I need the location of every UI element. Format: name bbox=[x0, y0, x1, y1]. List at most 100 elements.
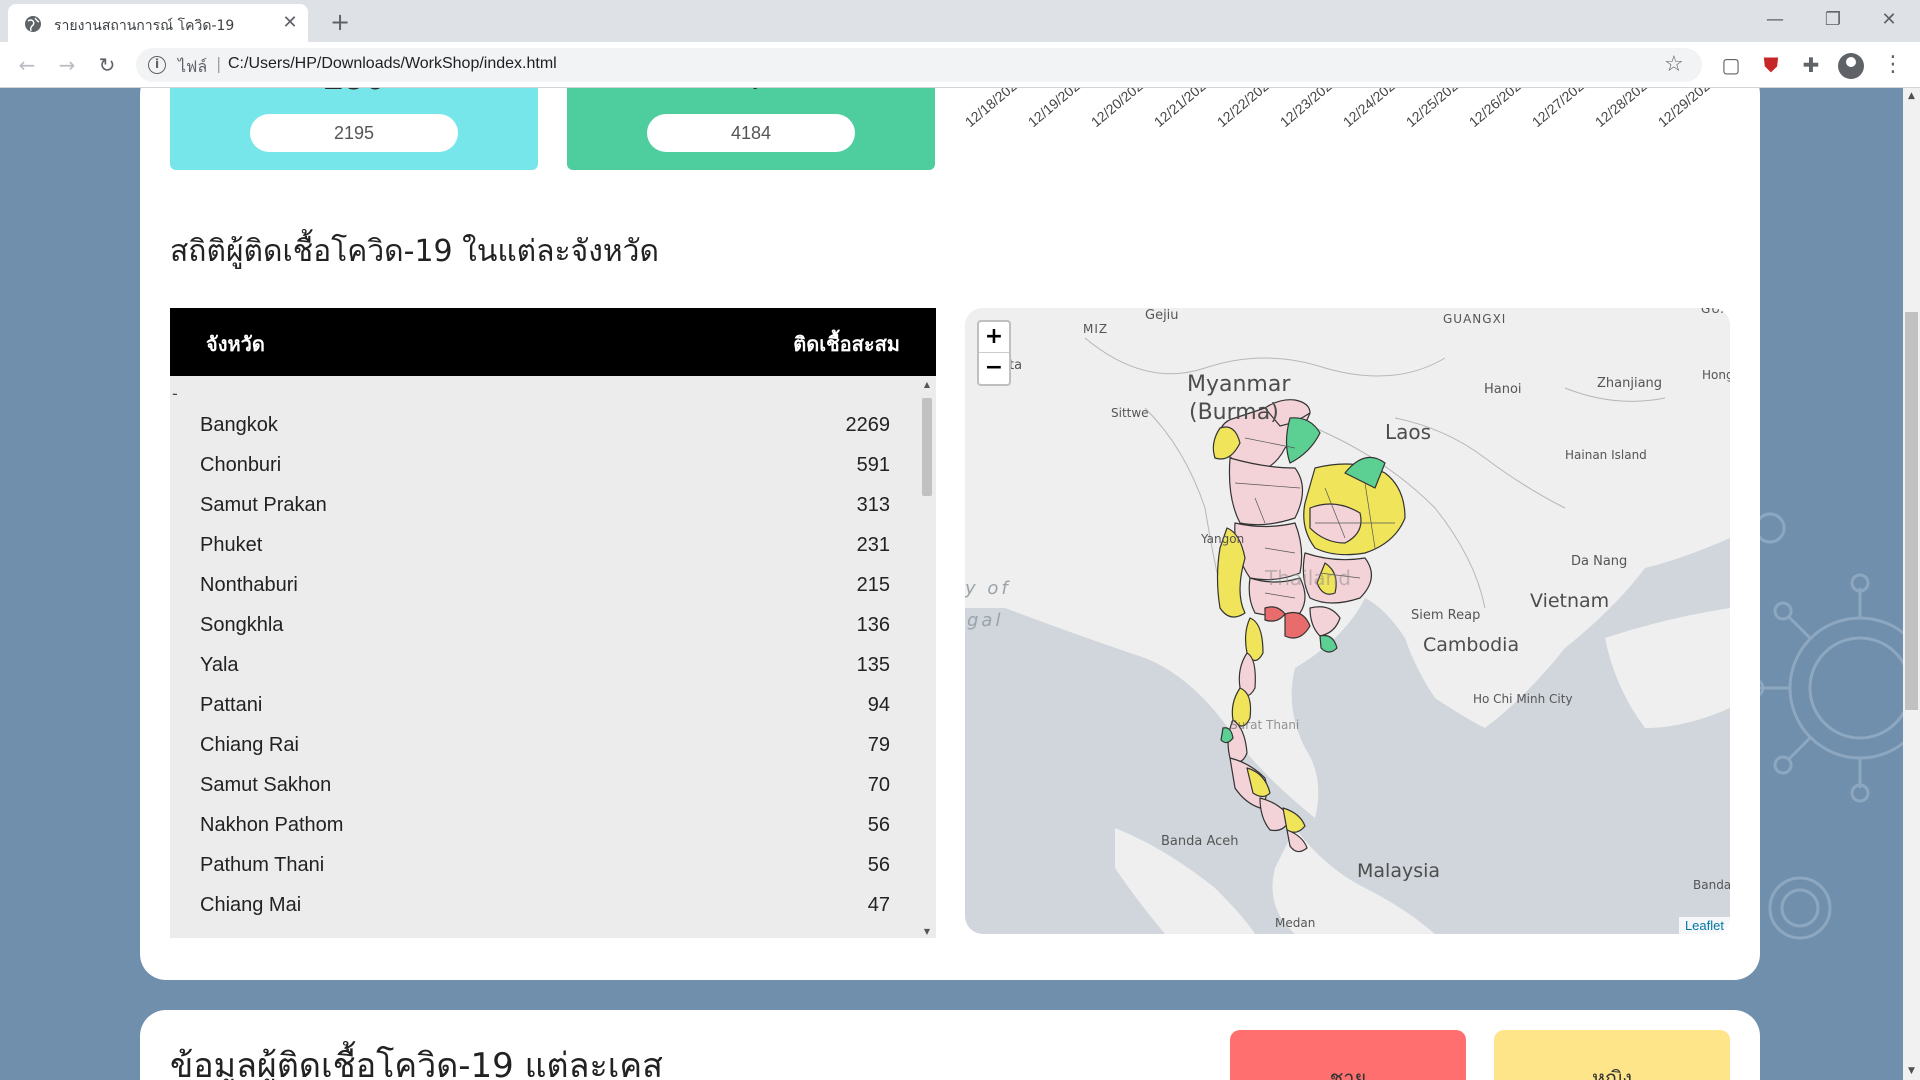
extension-icon[interactable]: ▢ bbox=[1718, 52, 1744, 78]
province-name: Nonthaburi bbox=[200, 574, 298, 596]
male-button[interactable]: ชาย bbox=[1230, 1030, 1466, 1080]
table-body[interactable]: - Bangkok 2269 Chonburi 591 Samut Prakan 313 P… bbox=[170, 376, 918, 938]
table-row[interactable]: Samut Prakan 313 bbox=[170, 486, 918, 526]
x-tick-label: 12/21/2020 bbox=[1150, 88, 1215, 130]
reload-icon[interactable]: ↻ bbox=[92, 51, 122, 79]
zoom-out-button[interactable]: − bbox=[979, 353, 1009, 384]
window-close-icon[interactable]: ✕ bbox=[1866, 4, 1912, 36]
page-scroll-thumb[interactable] bbox=[1905, 312, 1918, 710]
table-row[interactable]: Chiang Mai 47 bbox=[170, 886, 918, 926]
map-label-banda: Banda bbox=[1693, 878, 1730, 892]
stat-card-recovered: 4 4184 bbox=[567, 88, 935, 170]
url-text[interactable]: C:/Users/HP/Downloads/WorkShop/index.htm… bbox=[228, 55, 557, 73]
stat-card-hospitalized: 150 2195 bbox=[170, 88, 538, 170]
address-bar[interactable]: i ไฟล์ | C:/Users/HP/Downloads/WorkShop/… bbox=[136, 48, 1702, 82]
table-row[interactable]: Nonthaburi 215 bbox=[170, 566, 918, 606]
column-header-cumulative: ติดเชื้อสะสม bbox=[793, 332, 900, 356]
map-tiles[interactable] bbox=[965, 308, 1730, 934]
browser-toolbar: ← → ↻ i ไฟล์ | C:/Users/HP/Downloads/Wor… bbox=[0, 42, 1920, 88]
section-title: สถิติผู้ติดเชื้อโควิด-19 ในแต่ละจังหวัด bbox=[170, 234, 659, 269]
star-icon[interactable]: ☆ bbox=[1664, 52, 1684, 77]
map-label-bengal: gal bbox=[967, 610, 1004, 631]
province-count: 70 bbox=[867, 774, 890, 796]
table-row[interactable]: Nakhon Pathom 56 bbox=[170, 806, 918, 846]
province-count: 47 bbox=[867, 894, 890, 916]
map-label-bay-of: y of bbox=[965, 578, 1011, 599]
province-stats-card: 150 2195 4 4184 12/18/202012/19/202012/2… bbox=[140, 88, 1760, 980]
profile-icon[interactable] bbox=[1838, 53, 1864, 79]
table-scroll-thumb[interactable] bbox=[922, 398, 932, 496]
province-name: Songkhla bbox=[200, 614, 284, 636]
close-icon[interactable]: ✕ bbox=[280, 13, 300, 33]
table-scrollbar[interactable]: ▲ ▼ bbox=[918, 376, 936, 938]
map-label-gejiu: Gejiu bbox=[1145, 308, 1179, 323]
shield-extension-icon[interactable]: ⛊ bbox=[1758, 52, 1784, 78]
x-tick-label: 12/18/2020 bbox=[961, 88, 1026, 130]
map-label-medan: Medan bbox=[1275, 916, 1316, 930]
province-name: Bangkok bbox=[200, 414, 278, 436]
plus-icon[interactable]: + bbox=[326, 8, 354, 36]
province-count: 56 bbox=[867, 854, 890, 876]
zoom-in-button[interactable]: + bbox=[979, 322, 1009, 353]
x-tick-label: 12/22/2020 bbox=[1213, 88, 1278, 130]
province-table: จังหวัด ติดเชื้อสะสม - Bangkok 2269 Chonbu… bbox=[170, 308, 936, 938]
map-attribution-link[interactable]: Leaflet bbox=[1678, 917, 1730, 934]
map-label-malaysia: Malaysia bbox=[1357, 860, 1441, 882]
table-row[interactable]: Yala 135 bbox=[170, 646, 918, 686]
province-count: 313 bbox=[856, 494, 890, 516]
scroll-up-icon[interactable]: ▲ bbox=[1903, 88, 1920, 105]
forward-icon[interactable]: → bbox=[52, 51, 82, 79]
table-row[interactable]: Pattani 94 bbox=[170, 686, 918, 726]
puzzle-icon[interactable]: ✚ bbox=[1798, 52, 1824, 78]
province-count: 231 bbox=[856, 534, 890, 556]
province-name: Samut Sakhon bbox=[200, 774, 332, 796]
province-name: Yala bbox=[200, 654, 239, 676]
map-label-banda-aceh: Banda Aceh bbox=[1161, 834, 1239, 849]
map-label-thailand: Thailand bbox=[1265, 566, 1351, 590]
minimize-icon[interactable]: — bbox=[1752, 4, 1798, 36]
page-scrollbar[interactable]: ▲ ▼ bbox=[1903, 88, 1920, 1080]
province-north-center bbox=[1228, 457, 1304, 526]
province-count: 56 bbox=[867, 814, 890, 836]
menu-icon[interactable]: ⋮ bbox=[1882, 52, 1904, 78]
map-label-guangxi: GUANGXI bbox=[1443, 312, 1507, 326]
scroll-down-icon[interactable]: ▼ bbox=[1903, 1063, 1920, 1080]
table-row[interactable]: Bangkok 2269 bbox=[170, 406, 918, 446]
page-viewport: 150 2195 4 4184 12/18/202012/19/202012/2… bbox=[0, 88, 1903, 1080]
female-button[interactable]: หญิง bbox=[1494, 1030, 1730, 1080]
land-east bbox=[1605, 608, 1730, 728]
browser-tab[interactable]: รายงานสถานการณ์ โควิด-19 ✕ bbox=[8, 4, 308, 42]
table-row[interactable]: Phuket 231 bbox=[170, 526, 918, 566]
table-row[interactable]: Pathum Thani 56 bbox=[170, 846, 918, 886]
x-tick-label: 12/28/2020 bbox=[1591, 88, 1656, 130]
table-row[interactable]: Chonburi 591 bbox=[170, 446, 918, 486]
globe-icon bbox=[25, 16, 41, 32]
x-tick-label: 12/27/2020 bbox=[1528, 88, 1593, 130]
table-header: จังหวัด ติดเชื้อสะสม bbox=[170, 308, 936, 376]
map-label-siem-reap: Siem Reap bbox=[1411, 608, 1481, 623]
province-count: 94 bbox=[867, 694, 890, 716]
back-icon[interactable]: ← bbox=[12, 51, 42, 79]
info-icon[interactable]: i bbox=[148, 56, 166, 74]
x-tick-label: 12/19/2020 bbox=[1024, 88, 1089, 130]
chart-x-axis: 12/18/2020 12/19/2020 12/20/2020 12/21/2020… bbox=[960, 88, 1740, 164]
map-label-miz: MIZ bbox=[1083, 322, 1109, 336]
url-scheme: ไฟล์ bbox=[178, 57, 208, 76]
table-row[interactable]: Samut Sakhon 70 bbox=[170, 766, 918, 806]
restore-icon[interactable]: ❐ bbox=[1810, 4, 1856, 36]
stat-pill: 4184 bbox=[647, 114, 855, 152]
table-row[interactable]: Chiang Rai 79 bbox=[170, 726, 918, 766]
map-label-hong: Hong bbox=[1702, 368, 1730, 382]
x-tick-label: 12/20/2020 bbox=[1087, 88, 1152, 130]
stat-pill: 2195 bbox=[250, 114, 458, 152]
map-label-cambodia: Cambodia bbox=[1423, 634, 1520, 656]
province-name: Chiang Rai bbox=[200, 734, 299, 756]
province-count: 135 bbox=[856, 654, 890, 676]
stat-value: 150 bbox=[170, 88, 538, 99]
table-row[interactable]: Songkhla 136 bbox=[170, 606, 918, 646]
x-tick-label: 12/23/2020 bbox=[1276, 88, 1341, 130]
scroll-down-icon[interactable]: ▼ bbox=[918, 927, 936, 936]
thailand-map[interactable]: Gejiu GUANGXI GUAN MIZ ta Myanmar (Burma… bbox=[965, 308, 1730, 934]
scroll-up-icon[interactable]: ▲ bbox=[918, 380, 936, 389]
stat-value: 4 bbox=[567, 88, 935, 99]
